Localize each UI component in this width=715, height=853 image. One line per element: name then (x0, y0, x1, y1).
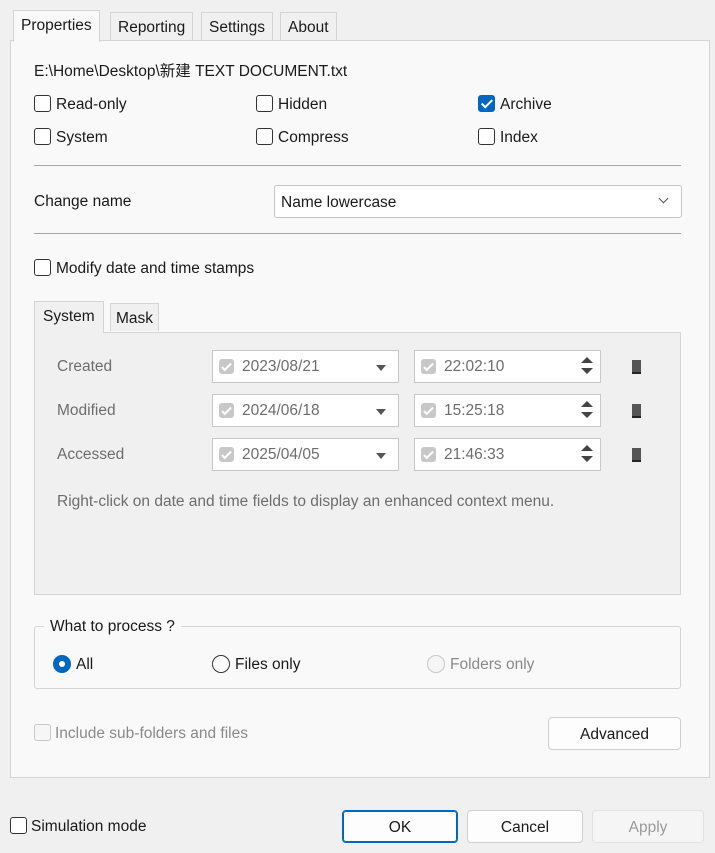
modified-date-check-icon[interactable] (219, 403, 234, 418)
created-date-picker[interactable]: 2023/08/21 (212, 350, 399, 383)
process-all-radio[interactable]: All (53, 655, 93, 674)
created-time-check-icon[interactable] (421, 359, 436, 374)
all-label: All (76, 656, 94, 673)
include-subfolders-checkbox: Include sub-folders and files (34, 724, 248, 743)
folders-label: Folders only (450, 656, 535, 673)
modified-time-check-icon[interactable] (421, 403, 436, 418)
include-subfolders-check-icon (34, 724, 51, 741)
modified-date-dropdown-icon[interactable] (376, 409, 386, 415)
accessed-date-check-icon[interactable] (219, 447, 234, 462)
advanced-button[interactable]: Advanced (548, 717, 681, 750)
created-label: Created (57, 358, 113, 375)
accessed-time-picker[interactable]: 21:46:33 (414, 438, 601, 471)
modified-label: Modified (57, 402, 116, 419)
process-folders-radio: Folders only (427, 655, 534, 674)
accessed-date-value: 2025/04/05 (242, 446, 320, 463)
modified-time-picker[interactable]: 15:25:18 (414, 394, 601, 427)
accessed-time-value: 21:46:33 (444, 446, 505, 463)
simulation-mode-label: Simulation mode (31, 818, 147, 835)
modified-time-spinner-icon[interactable] (581, 399, 593, 421)
files-radio-icon[interactable] (212, 655, 230, 673)
created-date-value: 2023/08/21 (242, 358, 320, 375)
accessed-time-check-icon[interactable] (421, 447, 436, 462)
accessed-time-spinner-icon[interactable] (581, 443, 593, 465)
context-menu-hint: Right-click on date and time fields to d… (57, 493, 555, 510)
apply-button: Apply (592, 810, 704, 843)
created-time-spinner-icon[interactable] (581, 355, 593, 377)
accessed-date-picker[interactable]: 2025/04/05 (212, 438, 399, 471)
simulation-mode-check-icon[interactable] (10, 817, 27, 834)
folders-radio-icon (427, 655, 445, 673)
created-date-dropdown-icon[interactable] (376, 365, 386, 371)
files-label: Files only (235, 656, 301, 673)
process-group-title: What to process ? (44, 618, 181, 636)
modified-time-value: 15:25:18 (444, 402, 505, 419)
cancel-button[interactable]: Cancel (467, 810, 583, 843)
simulation-mode-checkbox[interactable]: Simulation mode (10, 817, 146, 836)
accessed-label: Accessed (57, 446, 125, 463)
modified-calendar-icon[interactable] (632, 404, 641, 418)
modified-date-picker[interactable]: 2024/06/18 (212, 394, 399, 427)
accessed-calendar-icon[interactable] (632, 448, 641, 462)
created-time-value: 22:02:10 (444, 358, 505, 375)
created-time-picker[interactable]: 22:02:10 (414, 350, 601, 383)
modified-date-value: 2024/06/18 (242, 402, 320, 419)
accessed-date-dropdown-icon[interactable] (376, 453, 386, 459)
created-date-check-icon[interactable] (219, 359, 234, 374)
include-subfolders-label: Include sub-folders and files (55, 725, 249, 742)
all-radio-icon[interactable] (53, 655, 71, 673)
ok-button[interactable]: OK (342, 810, 458, 843)
process-files-radio[interactable]: Files only (212, 655, 300, 674)
created-calendar-icon[interactable] (632, 360, 641, 374)
